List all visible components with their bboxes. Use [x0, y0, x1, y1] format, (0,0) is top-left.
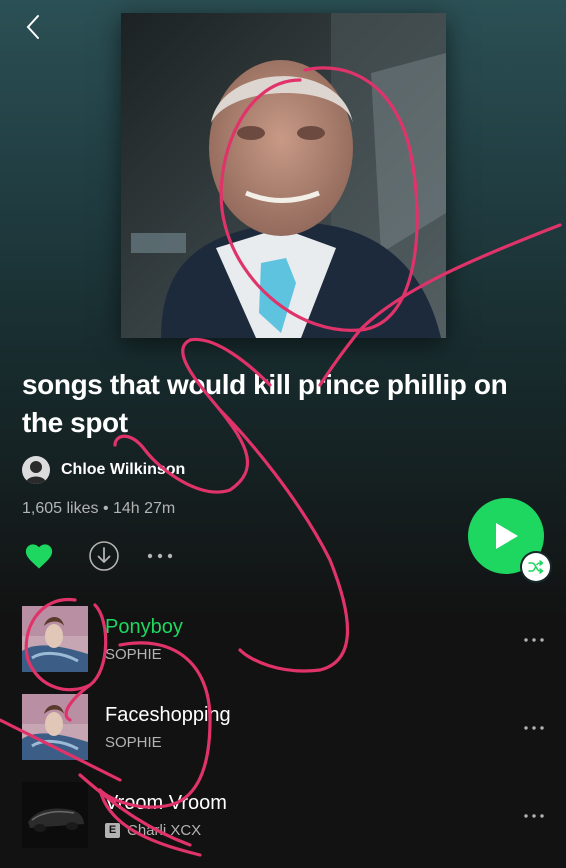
back-button[interactable] [18, 12, 48, 42]
playlist-owner[interactable]: Chloe Wilkinson [22, 455, 185, 485]
album-art [22, 694, 88, 760]
avatar [22, 456, 50, 484]
download-icon [89, 541, 119, 571]
track-artist: SOPHIE [105, 646, 162, 663]
playlist-cover-image [121, 13, 446, 338]
track-row[interactable]: Faceshopping SOPHIE [0, 692, 566, 780]
track-more-button[interactable] [516, 804, 552, 828]
track-artist: E Charli XCX [105, 822, 201, 839]
track-artist-name: Charli XCX [127, 822, 202, 839]
track-title: Ponyboy [105, 616, 183, 638]
shuffle-button[interactable] [522, 553, 550, 581]
playlist-actions [22, 538, 178, 574]
album-art [22, 782, 88, 848]
playlist-title: songs that would kill prince phillip on … [22, 369, 508, 438]
more-horizontal-icon [524, 726, 544, 730]
more-horizontal-icon [524, 638, 544, 642]
track-more-button[interactable] [516, 628, 552, 652]
track-row[interactable]: Vroom Vroom E Charli XCX [0, 780, 566, 868]
track-artist-name: SOPHIE [105, 734, 162, 751]
track-artist: SOPHIE [105, 734, 162, 751]
play-icon [496, 523, 518, 549]
track-title: Vroom Vroom [105, 792, 227, 814]
track-row[interactable]: Ponyboy SOPHIE [0, 604, 566, 692]
more-options-button[interactable] [142, 538, 178, 574]
playlist-meta: 1,605 likes • 14h 27m [22, 500, 176, 517]
track-more-button[interactable] [516, 716, 552, 740]
track-artist-name: SOPHIE [105, 646, 162, 663]
heart-filled-icon [25, 544, 53, 569]
album-art [22, 606, 88, 672]
more-horizontal-icon [524, 814, 544, 818]
owner-name: Chloe Wilkinson [61, 461, 186, 478]
chevron-left-icon [26, 15, 39, 39]
like-button[interactable] [22, 539, 56, 573]
track-title: Faceshopping [105, 704, 231, 726]
explicit-badge: E [105, 823, 120, 838]
track-list: Ponyboy SOPHIE Faceshopping SOPHIE Vroom… [0, 604, 566, 868]
download-button[interactable] [86, 538, 122, 574]
more-horizontal-icon [147, 553, 173, 559]
shuffle-icon [528, 560, 544, 574]
